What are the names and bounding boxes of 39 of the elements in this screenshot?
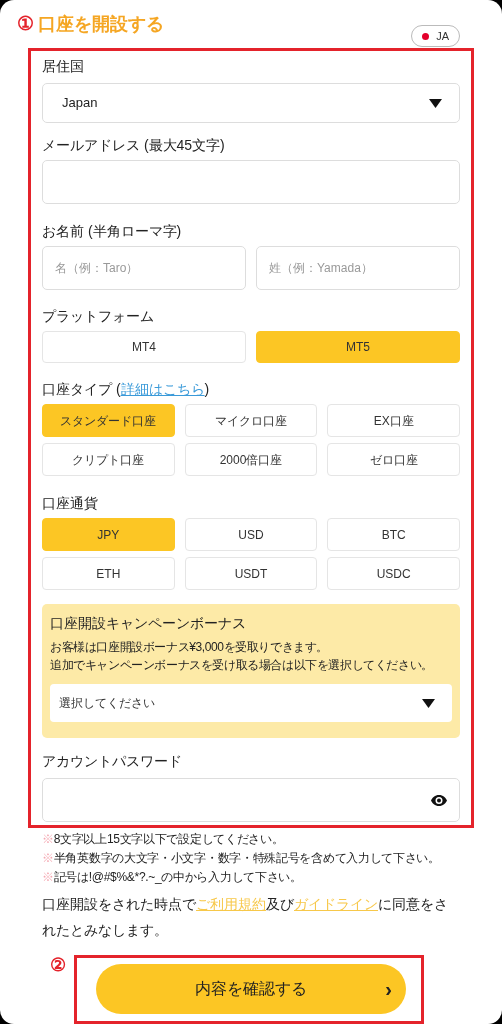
option-button[interactable]: スタンダード口座 xyxy=(42,404,175,437)
field-label: お名前 (半角ローマ字) xyxy=(42,222,183,240)
bonus-select[interactable]: 選択してください xyxy=(50,684,452,722)
option-button[interactable]: ETH xyxy=(42,557,175,590)
step-number: ① xyxy=(17,11,34,36)
language-button[interactable]: JA xyxy=(411,25,460,47)
option-button[interactable]: マイクロ口座 xyxy=(184,404,318,437)
password-note: ※8文字以上15文字以下で設定してください。 xyxy=(42,831,285,848)
option-button[interactable]: クリプト口座 xyxy=(42,443,175,476)
option-button[interactable]: 2000倍口座 xyxy=(184,443,318,476)
field-label: プラットフォーム xyxy=(42,307,155,325)
step-number: ② xyxy=(50,954,66,977)
field-label: ) xyxy=(204,380,210,398)
option-button[interactable]: JPY xyxy=(42,518,175,551)
agreement-text: 口座開設をされた時点でご利用規約及びガイドラインに同意をされたとみなします。 xyxy=(42,895,449,940)
page-title: 口座を開設する xyxy=(38,12,164,36)
option-button[interactable]: BTC xyxy=(327,518,460,551)
option-button[interactable]: USDC xyxy=(327,557,460,590)
option-button[interactable]: USDT xyxy=(184,557,318,590)
password-note: ※記号は!@#$%&*?.~_の中から入力して下さい。 xyxy=(42,869,303,886)
bonus-title: 口座開設キャンペーンボーナス xyxy=(50,614,247,633)
field-label: 口座通貨 xyxy=(42,494,99,512)
field-label: アカウントパスワード xyxy=(42,752,183,770)
bonus-text: 追加でキャンペーンボーナスを受け取る場合は以下を選択してください。 xyxy=(50,657,434,674)
name-input[interactable]: 名（例：Taro） xyxy=(42,246,246,290)
country-select[interactable]: Japan xyxy=(42,83,460,123)
field-label: 居住国 xyxy=(42,57,85,75)
chevron-icon: › xyxy=(385,974,392,1004)
bonus-text: お客様は口座開設ボーナス¥3,000を受取りできます。 xyxy=(50,639,329,656)
option-button[interactable]: EX口座 xyxy=(327,404,460,437)
option-button[interactable]: MT5 xyxy=(256,331,460,363)
name-input[interactable]: 姓（例：Yamada） xyxy=(256,246,460,290)
option-button[interactable]: ゼロ口座 xyxy=(327,443,460,476)
option-button[interactable]: MT4 xyxy=(42,331,246,363)
field-label: メールアドレス (最大45文字) xyxy=(42,136,226,154)
password-note: ※半角英数字の大文字・小文字・数字・特殊記号を含めて入力して下さい。 xyxy=(42,850,441,867)
option-button[interactable]: USD xyxy=(184,518,318,551)
confirm-button[interactable]: 内容を確認する › xyxy=(96,964,406,1014)
field-label: 口座タイプ ( xyxy=(42,380,121,398)
